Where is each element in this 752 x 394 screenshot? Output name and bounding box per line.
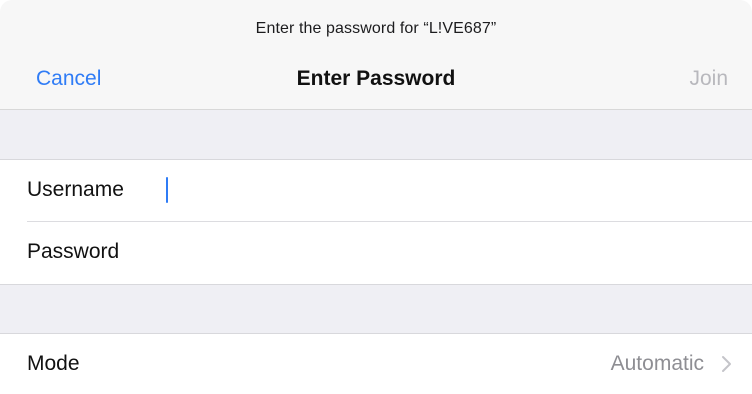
password-row[interactable]: Password (0, 222, 752, 284)
wifi-password-sheet: Enter the password for “L!VE687” Cancel … (0, 0, 752, 394)
page-title: Enter Password (296, 67, 456, 90)
network-prompt: Enter the password for “L!VE687” (255, 20, 497, 37)
mode-value: Automatic (610, 352, 704, 375)
navigation-bar: Enter the password for “L!VE687” Cancel … (0, 0, 752, 110)
section-spacer (0, 110, 752, 160)
username-label: Username (27, 178, 124, 201)
mode-row[interactable]: Mode Automatic (0, 334, 752, 394)
join-button[interactable]: Join (689, 67, 728, 91)
username-row[interactable]: Username (0, 160, 752, 222)
section-spacer (0, 284, 752, 334)
password-label: Password (27, 240, 120, 263)
username-field[interactable] (162, 172, 722, 208)
password-field[interactable] (162, 234, 722, 270)
chevron-right-icon (722, 356, 731, 372)
mode-label: Mode (27, 352, 80, 375)
cancel-button[interactable]: Cancel (36, 67, 101, 91)
text-cursor (166, 177, 168, 203)
